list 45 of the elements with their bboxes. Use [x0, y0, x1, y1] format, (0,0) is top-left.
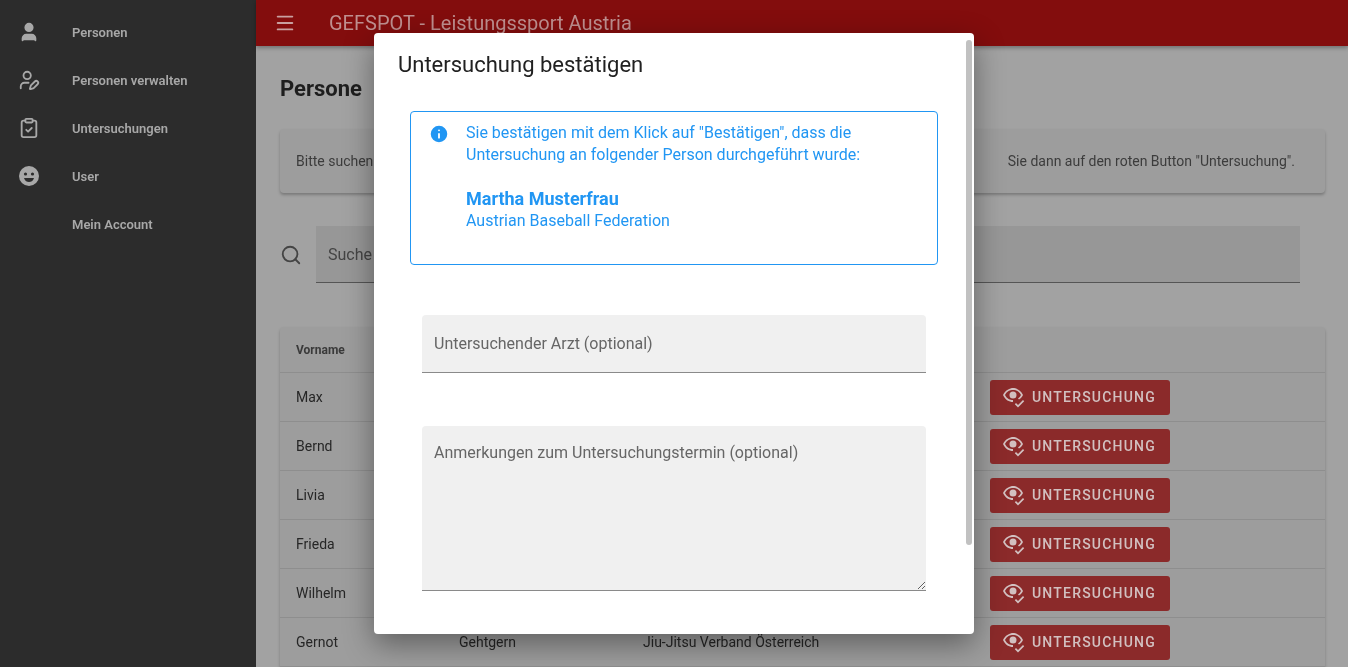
sidebar-item[interactable]: Mein Account: [0, 200, 256, 248]
app-title: GEFSPOT - Leistungssport Austria: [329, 11, 632, 35]
sidebar-item-label: Personen: [72, 24, 128, 40]
examination-button[interactable]: UNTERSUCHUNG: [990, 379, 1170, 415]
person-name: Martha Musterfrau: [466, 188, 620, 210]
examination-button[interactable]: UNTERSUCHUNG: [990, 624, 1170, 660]
sidebar-item[interactable]: Untersuchungen: [0, 104, 256, 152]
face-icon: [18, 165, 40, 187]
eye-check-icon: [1002, 484, 1026, 506]
sidebar-item-label: Untersuchungen: [72, 120, 168, 136]
table-cell-text: Gernot: [296, 634, 339, 650]
table-cell-text: Jiu-Jitsu Verband Österreich: [643, 634, 821, 650]
info-text: Sie bestätigen mit dem Klick auf "Bestätigen", dass die Untersuchung an folgender Person durchgeführt wurde:: [466, 122, 862, 166]
page-heading: Persone: [280, 76, 363, 101]
examination-button[interactable]: UNTERSUCHUNG: [990, 428, 1170, 464]
scrollbar[interactable]: [966, 40, 972, 545]
sidebar-item-label: Personen verwalten: [72, 72, 188, 88]
eye-check-icon: [1002, 435, 1026, 457]
search-icon: [280, 243, 302, 266]
clipboard-check-icon: [18, 117, 40, 139]
info-icon: [428, 123, 450, 145]
table-cell-text: Frieda: [296, 536, 336, 552]
organization-name: Austrian Baseball Federation: [466, 210, 671, 232]
sidebar-item[interactable]: Personen: [0, 8, 256, 56]
examination-button[interactable]: UNTERSUCHUNG: [990, 477, 1170, 513]
dialog-title: Untersuchung bestätigen: [398, 52, 645, 77]
sidebar-item-label: User: [72, 168, 99, 184]
hint-text: Sie dann auf den roten Button "Untersuchung".: [1007, 153, 1295, 169]
notes-field[interactable]: Anmerkungen zum Untersuchungstermin (optional): [422, 426, 926, 591]
table-cell-text: Livia: [296, 487, 326, 503]
eye-check-icon: [1002, 631, 1026, 653]
person-edit-icon: [18, 69, 40, 91]
examination-button[interactable]: UNTERSUCHUNG: [990, 526, 1170, 562]
sidebar-item-label: Mein Account: [72, 216, 153, 232]
eye-check-icon: [1002, 582, 1026, 604]
sidebar-item[interactable]: Personen verwalten: [0, 56, 256, 104]
table-cell-text: Gehtgern: [459, 634, 517, 650]
eye-check-icon: [1002, 386, 1026, 408]
eye-check-icon: [1002, 533, 1026, 555]
table-cell-text: Max: [296, 389, 324, 405]
examination-button[interactable]: UNTERSUCHUNG: [990, 575, 1170, 611]
table-cell-text: Wilhelm: [296, 585, 348, 601]
doctor-field[interactable]: Untersuchender Arzt (optional): [422, 315, 926, 373]
sidebar-item[interactable]: User: [0, 152, 256, 200]
hint-text: Bitte suchen: [296, 153, 374, 169]
